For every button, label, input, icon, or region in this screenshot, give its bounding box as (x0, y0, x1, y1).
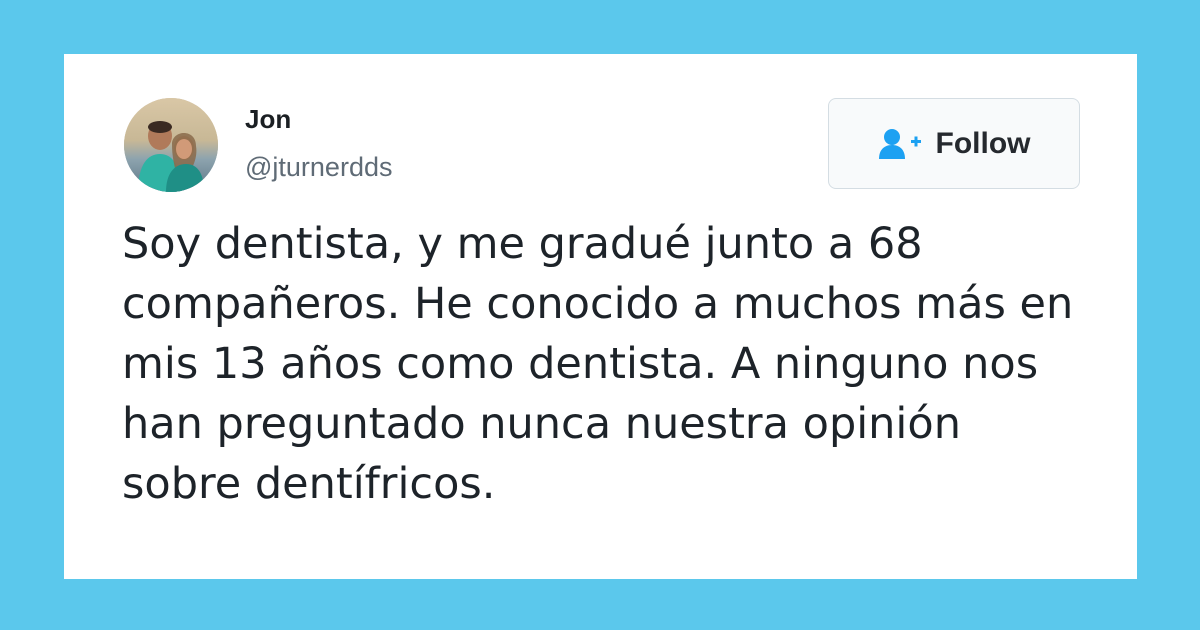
follow-label: Follow (935, 126, 1031, 160)
tweet-card: Jon @jturnerdds Follow Soy dentista, y m… (64, 54, 1137, 579)
tweet-text: Soy dentista, y me gradué junto a 68 com… (122, 219, 1074, 509)
user-name[interactable]: Jon (245, 106, 291, 132)
profile-photo-icon (124, 98, 218, 192)
avatar[interactable] (124, 98, 218, 192)
add-user-icon (878, 128, 921, 159)
user-handle[interactable]: @jturnerdds (245, 154, 392, 181)
follow-button[interactable]: Follow (828, 98, 1080, 189)
